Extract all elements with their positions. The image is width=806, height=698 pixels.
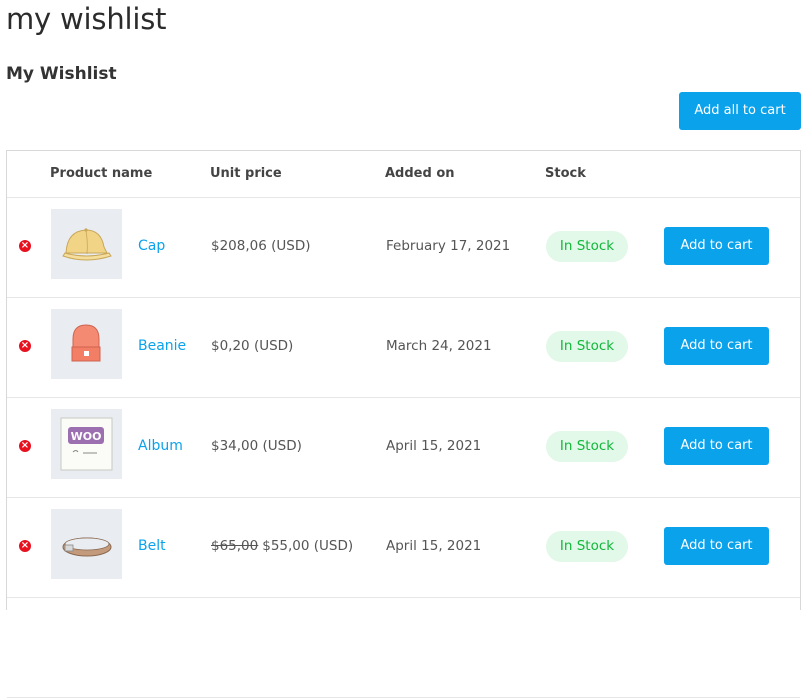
table-row: × Cap $208,06 (USD) February 17, 2021 In… — [7, 197, 800, 298]
stock-badge: In Stock — [546, 531, 628, 562]
added-on-date: April 15, 2021 — [386, 538, 482, 554]
sale-price: $55,00 (USD) — [262, 538, 354, 554]
add-to-cart-button[interactable]: Add to cart — [664, 527, 769, 565]
stock-badge: In Stock — [546, 431, 628, 462]
product-link-album[interactable]: Album — [138, 438, 183, 454]
header-stock: Stock — [545, 166, 586, 181]
current-price: $208,06 (USD) — [211, 238, 311, 254]
added-on-date: April 15, 2021 — [386, 438, 482, 454]
page-title: my wishlist — [6, 2, 167, 36]
table-header: Product name Unit price Added on Stock — [7, 151, 800, 198]
added-on-date: March 24, 2021 — [386, 338, 492, 354]
unit-price: $34,00 (USD) — [211, 438, 302, 454]
unit-price: $0,20 (USD) — [211, 338, 293, 354]
header-product-name: Product name — [50, 166, 153, 181]
remove-item-icon[interactable]: × — [19, 240, 31, 252]
added-on-date: February 17, 2021 — [386, 238, 511, 254]
add-to-cart-button[interactable]: Add to cart — [664, 227, 769, 265]
current-price: $34,00 (USD) — [211, 438, 302, 454]
original-price: $65,00 — [211, 538, 259, 554]
table-row: × Beanie $0,20 (USD) March 24, 2021 In S… — [7, 297, 800, 398]
remove-item-icon[interactable]: × — [19, 340, 31, 352]
add-all-to-cart-button[interactable]: Add all to cart — [679, 92, 801, 130]
wishlist-subtitle: My Wishlist — [6, 64, 117, 84]
belt-icon[interactable] — [51, 509, 122, 579]
product-link-cap[interactable]: Cap — [138, 238, 165, 254]
table-row: × WOO Album $34,00 (USD) April 15, 2021 … — [7, 397, 800, 498]
current-price: $0,20 (USD) — [211, 338, 294, 354]
product-link-beanie[interactable]: Beanie — [138, 338, 186, 354]
stock-badge: In Stock — [546, 231, 628, 262]
table-row: × Belt $65,00 $55,00 (USD) April 15, 2021… — [7, 497, 800, 598]
album-icon[interactable]: WOO — [51, 409, 122, 479]
remove-item-icon[interactable]: × — [19, 540, 31, 552]
stock-badge: In Stock — [546, 331, 628, 362]
unit-price: $208,06 (USD) — [211, 238, 311, 254]
product-link-belt[interactable]: Belt — [138, 538, 166, 554]
beanie-icon[interactable] — [51, 309, 122, 379]
table-row — [7, 597, 800, 698]
header-added-on: Added on — [385, 166, 455, 181]
wishlist-table: Product name Unit price Added on Stock ×… — [6, 150, 801, 698]
add-to-cart-button[interactable]: Add to cart — [664, 327, 769, 365]
add-to-cart-button[interactable]: Add to cart — [664, 427, 769, 465]
unit-price: $65,00 $55,00 (USD) — [211, 538, 353, 554]
album-woo-text: WOO — [71, 430, 102, 443]
remove-item-icon[interactable]: × — [19, 440, 31, 452]
header-unit-price: Unit price — [210, 166, 282, 181]
cap-icon[interactable] — [51, 209, 122, 279]
